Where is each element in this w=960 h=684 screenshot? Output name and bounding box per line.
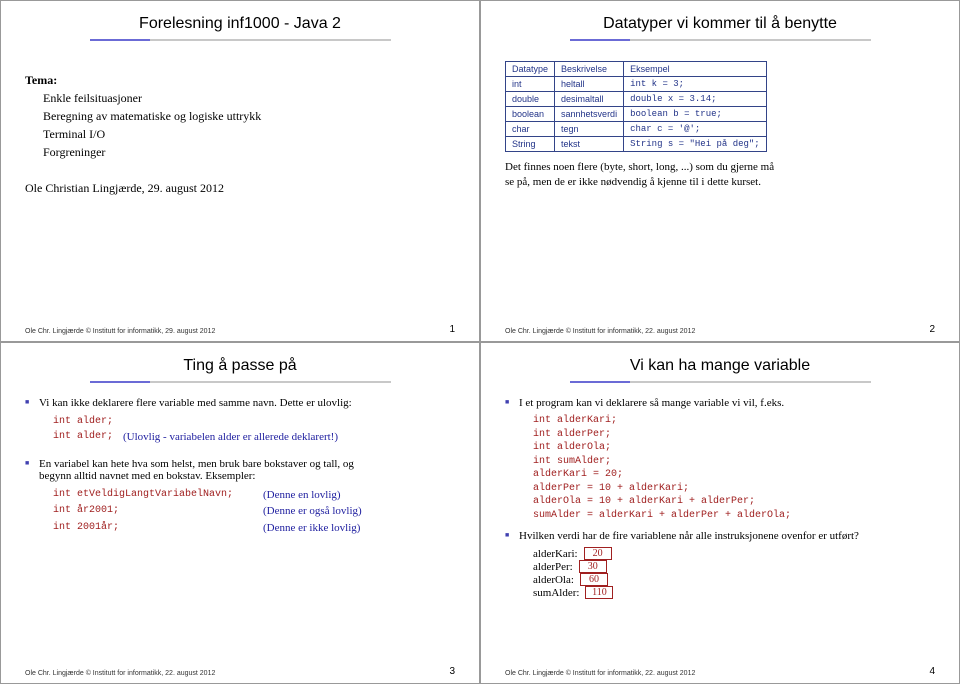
page-number: 1	[449, 324, 455, 335]
code-note: (Denne er ikke lovlig)	[263, 520, 360, 537]
tema-block: Tema: Enkle feilsituasjoner Beregning av…	[25, 71, 455, 161]
cell: int	[506, 77, 555, 92]
cell: boolean b = true;	[624, 107, 767, 122]
bullet: En variabel kan hete hva som helst, men …	[25, 458, 455, 482]
slide-title: Ting å passe på	[25, 357, 455, 375]
bullet-text: En variabel kan hete hva som helst, men …	[39, 458, 354, 470]
bullet-text: begynn alltid navnet med en bokstav. Eks…	[39, 470, 255, 482]
note-line: Det finnes noen flere (byte, short, long…	[505, 160, 935, 175]
code-line: int alderKari;	[533, 414, 935, 428]
slide-1: Forelesning inf1000 - Java 2 Tema: Enkle…	[0, 0, 480, 342]
datatype-table: Datatype Beskrivelse Eksempel intheltall…	[505, 61, 767, 152]
code-line: int år2001;	[53, 503, 253, 520]
bullet: Vi kan ikke deklarere flere variable med…	[25, 397, 455, 409]
tema-item: Forgreninger	[43, 143, 455, 161]
cell: sannhetsverdi	[555, 107, 624, 122]
footer: Ole Chr. Lingjærde © Institutt for infor…	[505, 328, 695, 335]
th-eksempel: Eksempel	[624, 62, 767, 77]
code-line: int alderOla;	[533, 441, 935, 455]
th-datatype: Datatype	[506, 62, 555, 77]
page-number: 4	[929, 666, 935, 677]
cell: boolean	[506, 107, 555, 122]
code-line: sumAlder = alderKari + alderPer + alderO…	[533, 509, 935, 523]
author-line: Ole Christian Lingjærde, 29. august 2012	[25, 181, 455, 196]
kv-key: alderPer:	[533, 561, 573, 573]
divider	[90, 381, 391, 383]
page-number: 2	[929, 324, 935, 335]
bullet: Hvilken verdi har de fire variablene når…	[505, 530, 935, 542]
code-note: (Denne er også lovlig)	[263, 503, 362, 520]
footer: Ole Chr. Lingjærde © Institutt for infor…	[25, 670, 215, 677]
th-beskrivelse: Beskrivelse	[555, 62, 624, 77]
code-line: int sumAlder;	[533, 455, 935, 469]
slide-title: Forelesning inf1000 - Java 2	[25, 15, 455, 33]
tema-heading: Tema:	[25, 71, 455, 89]
cell: String s = "Hei på deg";	[624, 137, 767, 152]
note-line: se på, men de er ikke nødvendig å kjenne…	[505, 175, 935, 190]
code-line: int alder;	[53, 414, 455, 429]
tema-item: Enkle feilsituasjoner	[43, 89, 455, 107]
cell: char	[506, 122, 555, 137]
kv-value: 30	[579, 560, 607, 573]
cell: char c = '@';	[624, 122, 767, 137]
slide-3: Ting å passe på Vi kan ikke deklarere fl…	[0, 342, 480, 684]
code-line: alderPer = 10 + alderKari;	[533, 482, 935, 496]
divider	[570, 381, 871, 383]
tema-item: Beregning av matematiske og logiske uttr…	[43, 107, 455, 125]
slide-2: Datatyper vi kommer til å benytte Dataty…	[480, 0, 960, 342]
kv-value: 110	[585, 586, 613, 599]
slide-title: Datatyper vi kommer til å benytte	[505, 15, 935, 33]
kv-key: alderKari:	[533, 548, 578, 560]
kv-key: sumAlder:	[533, 587, 579, 599]
cell: double x = 3.14;	[624, 92, 767, 107]
footer: Ole Chr. Lingjærde © Institutt for infor…	[25, 328, 215, 335]
cell: double	[506, 92, 555, 107]
cell: tekst	[555, 137, 624, 152]
kv-value: 20	[584, 547, 612, 560]
divider	[570, 39, 871, 41]
code-line: int 2001år;	[53, 520, 253, 537]
cell: heltall	[555, 77, 624, 92]
code-line: int alder;	[53, 429, 113, 446]
bullet: I et program kan vi deklarere så mange v…	[505, 397, 935, 409]
cell: tegn	[555, 122, 624, 137]
slide-title: Vi kan ha mange variable	[505, 357, 935, 375]
footer: Ole Chr. Lingjærde © Institutt for infor…	[505, 670, 695, 677]
tema-item: Terminal I/O	[43, 125, 455, 143]
slide-4: Vi kan ha mange variable I et program ka…	[480, 342, 960, 684]
divider	[90, 39, 391, 41]
code-line: int etVeldigLangtVariabelNavn;	[53, 487, 253, 504]
kv-key: alderOla:	[533, 574, 574, 586]
code-note: (Denne en lovlig)	[263, 487, 341, 504]
cell: String	[506, 137, 555, 152]
code-line: alderKari = 20;	[533, 468, 935, 482]
cell: desimaltall	[555, 92, 624, 107]
cell: int k = 3;	[624, 77, 767, 92]
slide-grid: Forelesning inf1000 - Java 2 Tema: Enkle…	[0, 0, 960, 684]
code-line: alderOla = 10 + alderKari + alderPer;	[533, 495, 935, 509]
page-number: 3	[449, 666, 455, 677]
code-line: int alderPer;	[533, 428, 935, 442]
kv-value: 60	[580, 573, 608, 586]
code-note: (Ulovlig - variabelen alder er allerede …	[123, 429, 338, 446]
